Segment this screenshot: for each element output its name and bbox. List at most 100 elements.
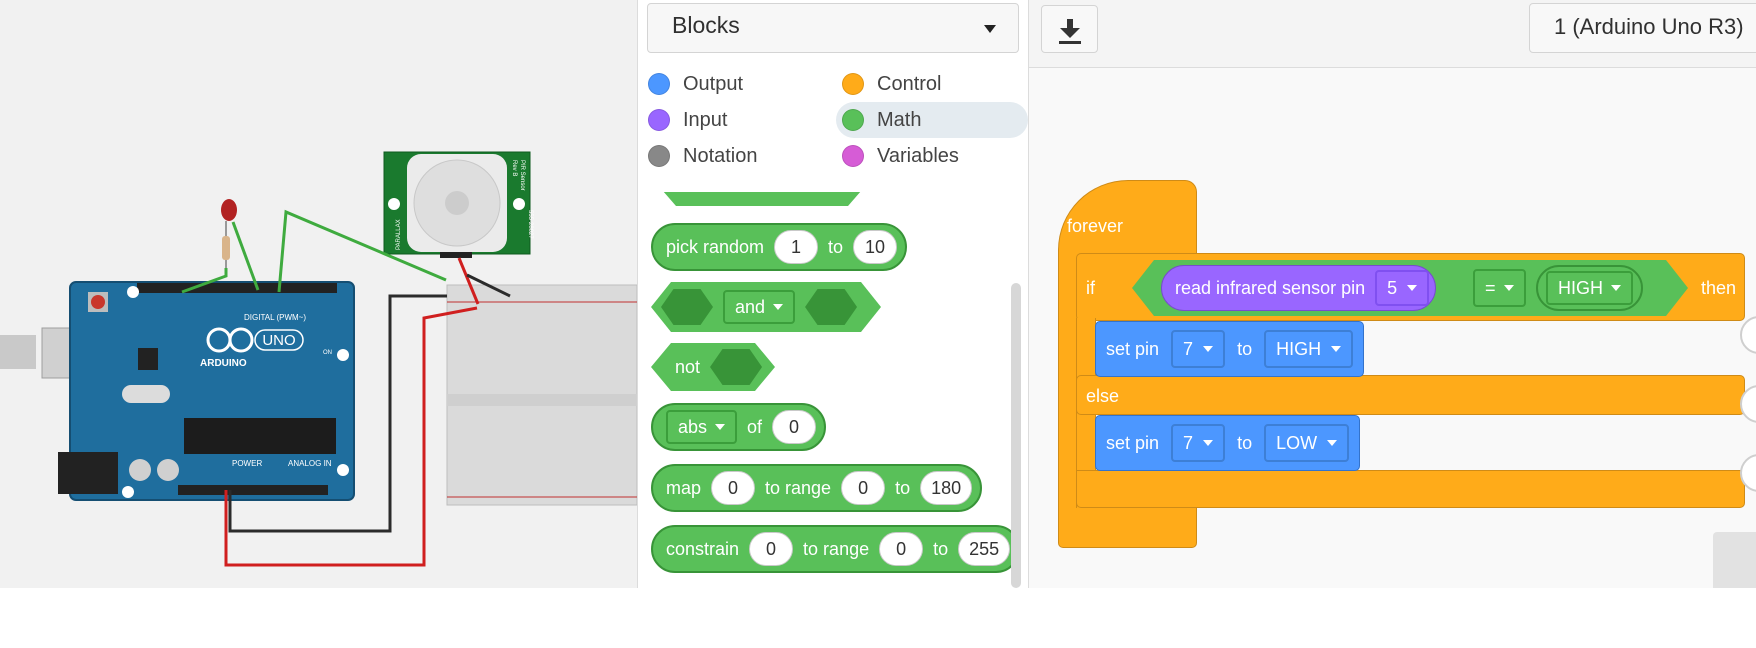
block-label: set pin bbox=[1106, 338, 1160, 359]
dropdown-value: and bbox=[735, 296, 766, 317]
value-reporter[interactable]: HIGH bbox=[1536, 265, 1643, 311]
crystal bbox=[122, 385, 170, 403]
dropdown-value: 5 bbox=[1387, 277, 1398, 298]
capacitor-2 bbox=[157, 459, 179, 481]
number-input[interactable]: 0 bbox=[841, 471, 886, 505]
category-input[interactable]: Input bbox=[642, 102, 727, 138]
number-input[interactable]: 180 bbox=[920, 471, 973, 505]
operator-dropdown[interactable]: and bbox=[723, 290, 795, 324]
palette-scrollbar[interactable] bbox=[1011, 283, 1021, 588]
level-dropdown[interactable]: HIGH bbox=[1264, 330, 1354, 368]
math-color-dot bbox=[842, 109, 864, 131]
category-variables[interactable]: Variables bbox=[836, 138, 959, 174]
forever-label: forever bbox=[1067, 216, 1124, 236]
set-pin-low-block[interactable]: set pin 7 to LOW bbox=[1095, 415, 1361, 471]
category-output[interactable]: Output bbox=[642, 66, 743, 102]
else-label: else bbox=[1086, 386, 1120, 406]
resistor[interactable] bbox=[222, 236, 230, 260]
number-input[interactable]: 1 bbox=[774, 230, 819, 264]
device-dropdown[interactable]: 1 (Arduino Uno R3) bbox=[1529, 3, 1756, 53]
wire-led-pin[interactable] bbox=[231, 221, 260, 291]
pin-dropdown[interactable]: 7 bbox=[1171, 424, 1226, 462]
trash-icon[interactable] bbox=[1713, 532, 1756, 588]
number-input[interactable]: 10 bbox=[853, 230, 898, 264]
pir-dome-center bbox=[445, 191, 469, 215]
palette-block-abs[interactable]: abs of 0 bbox=[651, 403, 827, 451]
mount-hole bbox=[122, 486, 134, 498]
number-input[interactable]: 0 bbox=[879, 532, 924, 566]
chevron-down-icon bbox=[1331, 346, 1342, 352]
download-button[interactable] bbox=[1041, 5, 1098, 53]
digital-label: DIGITAL (PWM~) bbox=[244, 313, 306, 322]
pin-dropdown[interactable]: 5 bbox=[1375, 270, 1430, 306]
block-label: map bbox=[666, 477, 702, 498]
category-label: Variables bbox=[877, 144, 959, 167]
usb-cable bbox=[0, 335, 36, 369]
math-block-list: pick random 1 to 10 and not abs of 0 map bbox=[638, 180, 1028, 588]
mount-hole bbox=[127, 286, 139, 298]
number-input[interactable]: 0 bbox=[749, 532, 794, 566]
power-jack bbox=[58, 452, 118, 494]
zoom-in-button[interactable] bbox=[1740, 316, 1756, 354]
chevron-down-icon bbox=[715, 424, 726, 430]
block-label: of bbox=[747, 416, 763, 437]
capacitor-1 bbox=[129, 459, 151, 481]
palette-block-constrain[interactable]: constrain 0 to range 0 to 255 bbox=[651, 525, 1021, 573]
block-label: to bbox=[933, 538, 949, 559]
block-label: read infrared sensor pin bbox=[1175, 277, 1366, 298]
led[interactable] bbox=[221, 199, 237, 221]
block-palette: Blocks Output Control Input Math Notatio… bbox=[637, 0, 1029, 588]
workspace-toolbar: 1 (Arduino Uno R3) bbox=[1029, 0, 1756, 68]
mount-hole bbox=[337, 464, 349, 476]
download-icon bbox=[1059, 19, 1081, 44]
pin-dropdown[interactable]: 7 bbox=[1171, 330, 1226, 368]
chevron-down-icon bbox=[1503, 285, 1514, 291]
circuit-canvas: UNO ARDUINO DIGITAL (PWM~) POWER ANALOG … bbox=[0, 151, 637, 567]
palette-block-not[interactable]: not bbox=[651, 343, 775, 391]
circuit-view[interactable]: UNO ARDUINO DIGITAL (PWM~) POWER ANALOG … bbox=[0, 0, 637, 588]
comparison-operator-dropdown[interactable]: = bbox=[1473, 269, 1526, 307]
read-infrared-sensor-block[interactable]: read infrared sensor pin 5 bbox=[1161, 265, 1437, 311]
palette-block-map[interactable]: map 0 to range 0 to 180 bbox=[651, 464, 983, 512]
block-label: set pin bbox=[1106, 432, 1160, 453]
code-workspace[interactable]: 1 (Arduino Uno R3) forever if else then … bbox=[1029, 0, 1756, 588]
on-label: ON bbox=[323, 350, 332, 356]
number-input[interactable]: 255 bbox=[958, 532, 1011, 566]
category-label: Notation bbox=[683, 144, 758, 167]
reset-button[interactable] bbox=[91, 295, 105, 309]
chevron-down-icon bbox=[1203, 346, 1214, 352]
palette-block-and[interactable]: and bbox=[651, 282, 881, 332]
value-dropdown[interactable]: HIGH bbox=[1546, 271, 1633, 305]
category-math[interactable]: Math bbox=[836, 102, 1028, 138]
microcontroller-chip bbox=[184, 418, 336, 454]
palette-block-pick-random[interactable]: pick random 1 to 10 bbox=[651, 223, 908, 271]
function-dropdown[interactable]: abs bbox=[666, 410, 738, 444]
dropdown-value: = bbox=[1485, 277, 1496, 298]
variables-color-dot bbox=[842, 145, 864, 167]
level-dropdown[interactable]: LOW bbox=[1264, 424, 1350, 462]
sensor-hole bbox=[513, 198, 525, 210]
number-input[interactable]: 0 bbox=[772, 410, 817, 444]
block-label: pick random bbox=[666, 236, 765, 257]
block-label: to range bbox=[765, 477, 832, 498]
boolean-slot bbox=[805, 289, 857, 325]
dropdown-value: 7 bbox=[1183, 338, 1194, 359]
category-notation[interactable]: Notation bbox=[642, 138, 758, 174]
category-list: Output Control Input Math Notation Varia… bbox=[638, 66, 1028, 192]
if-block-foot bbox=[1076, 470, 1745, 508]
block-label: not bbox=[675, 356, 701, 377]
category-control[interactable]: Control bbox=[836, 66, 941, 102]
sensor-rev: Rev B bbox=[511, 160, 517, 176]
block-label: to bbox=[895, 477, 911, 498]
sensor-brand: PARALLAX bbox=[396, 219, 402, 250]
set-pin-high-block[interactable]: set pin 7 to HIGH bbox=[1095, 321, 1365, 377]
mount-hole bbox=[337, 349, 349, 361]
dropdown-value: LOW bbox=[1276, 432, 1318, 453]
number-input[interactable]: 0 bbox=[711, 471, 756, 505]
blocks-dropdown[interactable]: Blocks bbox=[647, 3, 1019, 53]
digital-header bbox=[137, 283, 337, 293]
sensor-pins bbox=[440, 252, 472, 258]
blocks-dropdown-label: Blocks bbox=[672, 12, 740, 38]
block-label: constrain bbox=[666, 538, 740, 559]
dropdown-value: HIGH bbox=[1276, 338, 1322, 359]
